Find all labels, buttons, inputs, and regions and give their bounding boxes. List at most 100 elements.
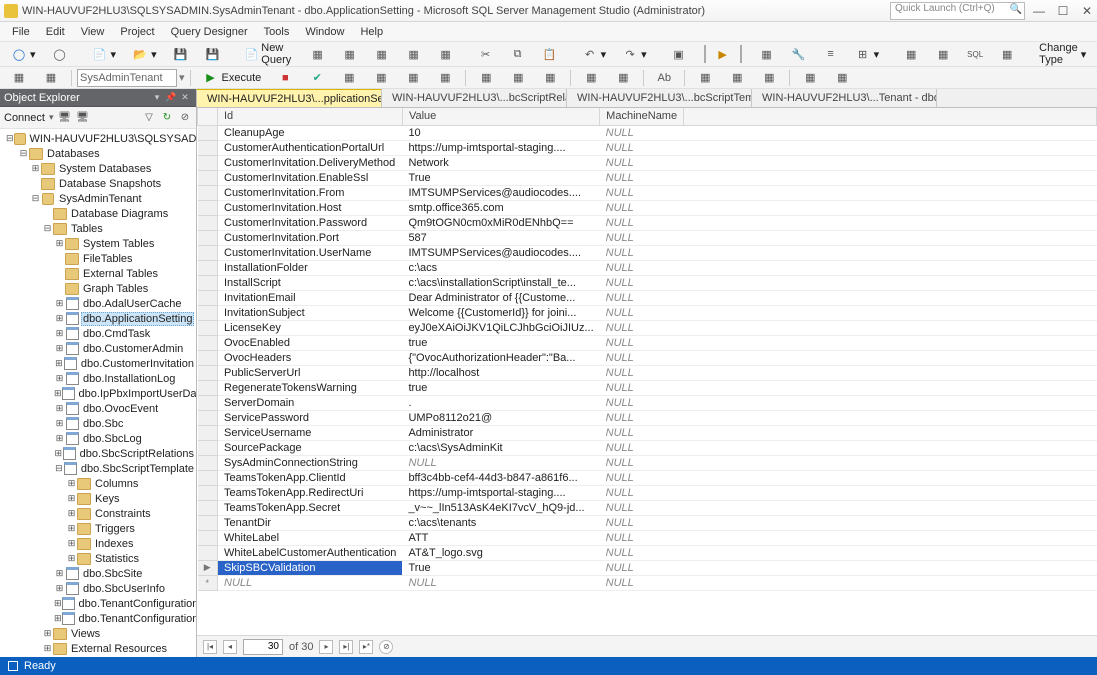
tree-node[interactable]: ⊞dbo.Sbc — [0, 416, 196, 431]
sql-btn-3[interactable]: ≡ — [816, 44, 846, 64]
table-row[interactable]: PublicServerUrlhttp://localhostNULL — [198, 365, 1097, 380]
copy-button[interactable]: ⧉ — [503, 44, 533, 64]
table-row[interactable]: NULLNULLNULL — [198, 575, 1097, 590]
stop-refresh-icon[interactable]: ⊘ — [178, 111, 192, 125]
connect-label[interactable]: Connect — [4, 112, 45, 124]
tree-node[interactable]: ⊞External Resources — [0, 641, 196, 656]
table-row[interactable]: CustomerInvitation.FromIMTSUMPServices@a… — [198, 185, 1097, 200]
doc-tab[interactable]: WIN-HAUVUF2HLU3\...bcScriptTemplate — [567, 89, 752, 107]
open-button[interactable]: 📂▾ — [125, 44, 164, 64]
table-row[interactable]: OvocEnabledtrueNULL — [198, 335, 1097, 350]
tree-node[interactable]: ⊟Tables — [0, 221, 196, 236]
table-row[interactable]: OvocHeaders{"OvocAuthorizationHeader":"B… — [198, 350, 1097, 365]
tb2-btn-d[interactable]: ▦ — [430, 68, 460, 88]
tree-node[interactable]: ⊟dbo.SbcScriptTemplate — [0, 461, 196, 476]
table-row[interactable]: CleanupAge10NULL — [198, 125, 1097, 140]
menu-file[interactable]: File — [4, 24, 38, 40]
table-row[interactable]: SkipSBCValidationTrueNULL — [198, 560, 1097, 575]
tree-root[interactable]: ⊟WIN-HAUVUF2HLU3\SQLSYSADMIN (S — [0, 131, 196, 146]
connect-icon-1[interactable]: 🖥 — [58, 111, 72, 125]
tb2-icon-1[interactable]: ▦ — [4, 68, 34, 88]
execute-button[interactable]: ▶Execute — [196, 68, 269, 88]
table-row[interactable]: CustomerInvitation.EnableSslTrueNULL — [198, 170, 1097, 185]
tb2-btn-k[interactable]: ▦ — [690, 68, 720, 88]
tree-node[interactable]: ⊞Statistics — [0, 551, 196, 566]
table-row[interactable]: LicenseKeyeyJ0eXAiOiJKV1QiLCJhbGciOiJIUz… — [198, 320, 1097, 335]
table-row[interactable]: TeamsTokenApp.RedirectUrihttps://ump-imt… — [198, 485, 1097, 500]
cut-button[interactable]: ✂ — [471, 44, 501, 64]
tb2-btn-g[interactable]: ▦ — [535, 68, 565, 88]
tree-node[interactable]: ⊞dbo.IpPbxImportUserData — [0, 386, 196, 401]
find-button[interactable]: ▶ — [708, 44, 738, 64]
col-header-value[interactable]: Value — [402, 108, 599, 125]
tb2-btn-l[interactable]: ▦ — [722, 68, 752, 88]
table-row[interactable]: InvitationSubjectWelcome {{CustomerId}} … — [198, 305, 1097, 320]
tb2-btn-b[interactable]: ▦ — [366, 68, 396, 88]
table-row[interactable]: TeamsTokenApp.ClientIdbff3c4bb-cef4-44d3… — [198, 470, 1097, 485]
new-query-button[interactable]: 📄New Query — [238, 44, 301, 64]
stop-button[interactable]: ■ — [270, 68, 300, 88]
tb-icon-1[interactable]: ▦ — [303, 44, 333, 64]
nav-fwd-button[interactable]: ◯ — [45, 44, 75, 64]
tb-icon-4[interactable]: ▦ — [399, 44, 429, 64]
tree-node[interactable]: ⊞dbo.CustomerAdmin — [0, 341, 196, 356]
nav-last-button[interactable]: ▸| — [339, 640, 353, 654]
tree-node[interactable]: ⊞dbo.AdalUserCache — [0, 296, 196, 311]
table-row[interactable]: InstallScriptc:\acs\installationScript\i… — [198, 275, 1097, 290]
nav-new-button[interactable]: ▸* — [359, 640, 373, 654]
quick-launch-input[interactable]: Quick Launch (Ctrl+Q) — [890, 2, 1025, 20]
tb2-btn-i[interactable]: ▦ — [608, 68, 638, 88]
undo-button[interactable]: ↶▾ — [575, 44, 614, 64]
tree-node[interactable]: ⊞System Databases — [0, 161, 196, 176]
tree-node[interactable]: ⊞Constraints — [0, 506, 196, 521]
new-button[interactable]: 📄▾ — [85, 44, 124, 64]
solution-button[interactable]: ▣ — [664, 44, 694, 64]
table-row[interactable]: ServiceUsernameAdministratorNULL — [198, 425, 1097, 440]
nav-back-button[interactable]: ◯▾ — [4, 44, 43, 64]
panel-pin-icon[interactable]: 📌 — [164, 92, 178, 103]
tb2-btn-n[interactable]: ▦ — [795, 68, 825, 88]
data-grid[interactable]: Id Value MachineName CleanupAge10NULLCus… — [197, 108, 1097, 635]
menu-window[interactable]: Window — [297, 24, 352, 40]
table-row[interactable]: CustomerAuthenticationPortalUrlhttps://u… — [198, 140, 1097, 155]
menu-help[interactable]: Help — [352, 24, 391, 40]
redo-button[interactable]: ↷▾ — [615, 44, 654, 64]
doc-tab[interactable]: WIN-HAUVUF2HLU3\...bcScriptRelations — [382, 89, 567, 107]
filter-icon[interactable]: ▽ — [142, 111, 156, 125]
table-row[interactable]: CustomerInvitation.UserNameIMTSUMPServic… — [198, 245, 1097, 260]
tree-node[interactable]: ⊞dbo.ApplicationSetting — [0, 311, 196, 326]
tree-node[interactable]: ⊞Synonyms — [0, 656, 196, 657]
sql-text-btn[interactable]: SQL — [960, 44, 990, 64]
tree-node[interactable]: ⊞System Tables — [0, 236, 196, 251]
tb-icon-5[interactable]: ▦ — [431, 44, 461, 64]
grid-btn-2[interactable]: ▦ — [928, 44, 958, 64]
panel-dropdown-icon[interactable]: ▾ — [150, 92, 164, 103]
nav-prev-button[interactable]: ◂ — [223, 640, 237, 654]
tree-node[interactable]: ⊞dbo.InstallationLog — [0, 371, 196, 386]
tree-node[interactable]: ⊞Triggers — [0, 521, 196, 536]
sql-btn-2[interactable]: 🔧 — [784, 44, 814, 64]
object-explorer-tree[interactable]: ⊟WIN-HAUVUF2HLU3\SQLSYSADMIN (S⊟Database… — [0, 129, 196, 657]
table-row[interactable]: WhiteLabelCustomerAuthenticationAT&T_log… — [198, 545, 1097, 560]
close-icon[interactable]: ✕ — [1081, 4, 1093, 18]
sql-btn-1[interactable]: ▦ — [752, 44, 782, 64]
table-row[interactable]: RegenerateTokensWarningtrueNULL — [198, 380, 1097, 395]
nav-cancel-button[interactable]: ⊘ — [379, 640, 393, 654]
tree-node[interactable]: ⊞Keys — [0, 491, 196, 506]
parse-button[interactable]: ✔ — [302, 68, 332, 88]
table-row[interactable]: InvitationEmailDear Administrator of {{C… — [198, 290, 1097, 305]
tb2-btn-e[interactable]: ▦ — [471, 68, 501, 88]
grid-btn-1[interactable]: ▦ — [896, 44, 926, 64]
paste-button[interactable]: 📋 — [535, 44, 565, 64]
menu-tools[interactable]: Tools — [256, 24, 298, 40]
tree-node[interactable]: ⊞dbo.TenantConfiguration — [0, 596, 196, 611]
tree-node[interactable]: ⊞dbo.SbcUserInfo — [0, 581, 196, 596]
saveall-button[interactable]: 💾 — [198, 44, 228, 64]
table-row[interactable]: ServerDomain.NULL — [198, 395, 1097, 410]
table-row[interactable]: WhiteLabelATTNULL — [198, 530, 1097, 545]
menu-query-designer[interactable]: Query Designer — [163, 24, 256, 40]
tb2-btn-j[interactable]: Ab — [649, 68, 679, 88]
tb2-btn-m[interactable]: ▦ — [754, 68, 784, 88]
minimize-icon[interactable]: — — [1033, 4, 1045, 18]
database-combo[interactable]: SysAdminTenant — [77, 69, 177, 87]
